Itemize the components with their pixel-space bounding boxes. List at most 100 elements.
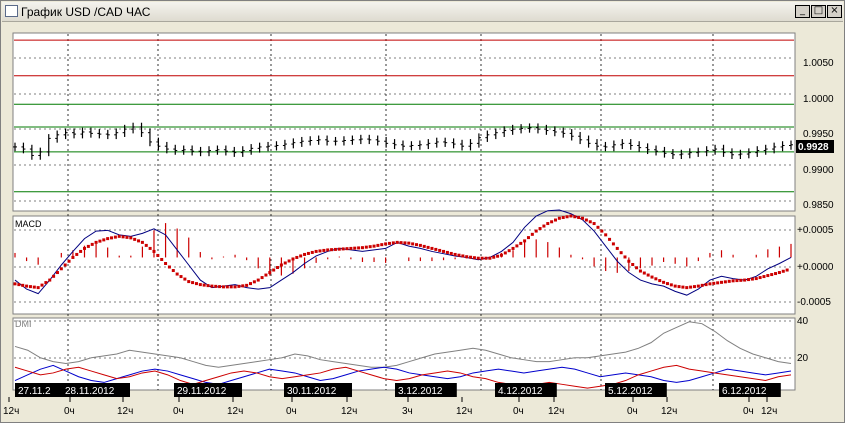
macd-signal-point	[499, 253, 503, 257]
macd-signal-point	[276, 266, 280, 270]
macd-signal-point	[229, 285, 233, 289]
macd-signal-point	[492, 255, 496, 259]
macd-signal-point	[264, 273, 268, 277]
macd-signal-point	[758, 276, 762, 280]
macd-signal-point	[113, 235, 117, 239]
macd-panel[interactable]	[12, 215, 796, 315]
macd-signal-point	[79, 249, 83, 253]
close-button[interactable]: ×	[827, 5, 842, 18]
macd-signal-point	[90, 242, 94, 246]
macd-signal-point	[569, 214, 573, 218]
macd-signal-point	[191, 281, 195, 285]
macd-signal-point	[596, 225, 600, 229]
macd-signal-point	[557, 216, 561, 220]
minimize-button[interactable]: _	[795, 5, 810, 18]
macd-signal-point	[584, 218, 588, 222]
macd-signal-point	[588, 220, 592, 224]
macd-signal-point	[646, 273, 650, 277]
macd-signal-point	[187, 280, 191, 284]
macd-signal-point	[573, 215, 577, 219]
macd-signal-point	[372, 244, 376, 248]
macd-signal-point	[669, 283, 673, 287]
macd-signal-point	[206, 284, 210, 288]
macd-signal-point	[530, 232, 534, 236]
macd-signal-point	[295, 255, 299, 259]
macd-signal-point	[692, 285, 696, 289]
macd-signal-point	[766, 274, 770, 278]
title-bar[interactable]: График USD /CAD ЧАС _ □ ×	[2, 2, 843, 22]
window-title: График USD /CAD ЧАС	[21, 5, 151, 19]
price-panel[interactable]	[12, 32, 796, 212]
macd-signal-point	[198, 283, 202, 287]
macd-signal-point	[465, 255, 469, 259]
macd-signal-point	[387, 241, 391, 245]
macd-signal-point	[318, 249, 322, 253]
dmi-axis-label: 20	[797, 353, 809, 364]
macd-signal-point	[704, 283, 708, 287]
macd-signal-point	[708, 282, 712, 286]
hour-label: 0ч	[64, 406, 75, 417]
macd-signal-point	[430, 246, 434, 250]
macd-axis-label: +0.0005	[797, 225, 834, 236]
maximize-button[interactable]: □	[811, 5, 826, 18]
price-axis-label: 0.9900	[803, 165, 834, 176]
macd-signal-point	[152, 249, 156, 253]
hour-label: 12ч	[341, 406, 357, 417]
macd-signal-point	[380, 243, 384, 247]
hour-label: 12ч	[761, 406, 777, 417]
macd-signal-point	[469, 255, 473, 259]
macd-signal-point	[422, 244, 426, 248]
macd-signal-point	[592, 222, 596, 226]
macd-signal-point	[700, 283, 704, 287]
hour-label: 0ч	[286, 406, 297, 417]
date-axis: 27.11.2 28.11.2012 29.11.2012 30.11.2012 3.1…	[15, 383, 781, 397]
macd-signal-point	[615, 246, 619, 250]
hour-axis: 12ч 0ч 12ч 0ч 12ч 0ч 12ч 3ч 12ч 0ч 12ч 0ч 12ч 0ч 12ч	[3, 397, 777, 417]
macd-signal-point	[770, 273, 774, 277]
macd-signal-point	[689, 285, 693, 289]
hour-label: 0ч	[513, 406, 524, 417]
macd-signal-point	[40, 283, 44, 287]
macd-signal-point	[611, 242, 615, 246]
chart-window: График USD /CAD ЧАС _ □ × 1.0050 1.0000 …	[0, 0, 845, 423]
macd-signal-point	[326, 248, 330, 252]
macd-signal-point	[330, 248, 334, 252]
macd-signal-point	[399, 241, 403, 245]
macd-signal-point	[631, 262, 635, 266]
macd-signal-point	[345, 247, 349, 251]
macd-signal-point	[129, 236, 133, 240]
chart-area[interactable]: 1.0050 1.0000 0.9950 0.9900 0.9850 0.992…	[1, 21, 844, 422]
macd-signal-point	[179, 275, 183, 279]
macd-signal-point	[739, 278, 743, 282]
macd-signal-point	[303, 252, 307, 256]
date-label: 3.12.2012	[398, 386, 443, 397]
macd-signal-point	[125, 235, 129, 239]
macd-signal-point	[750, 277, 754, 281]
macd-signal-point	[449, 251, 453, 255]
macd-signal-point	[310, 250, 314, 254]
macd-signal-point	[341, 247, 345, 251]
macd-signal-point	[712, 281, 716, 285]
macd-signal-point	[418, 243, 422, 247]
macd-signal-point	[279, 263, 283, 267]
macd-signal-point	[291, 257, 295, 261]
macd-signal-point	[642, 271, 646, 275]
macd-signal-point	[604, 233, 608, 237]
hour-label: 0ч	[743, 406, 754, 417]
date-label: 4.12.2012	[498, 386, 543, 397]
macd-signal-point	[415, 243, 419, 247]
macd-signal-point	[696, 284, 700, 288]
date-label: 30.11.2012	[287, 386, 337, 397]
macd-signal-point	[86, 244, 90, 248]
macd-signal-point	[36, 286, 40, 290]
date-label: 29.11.2012	[177, 386, 227, 397]
macd-signal-point	[175, 272, 179, 276]
macd-signal-point	[156, 253, 160, 257]
chart-app-icon	[5, 5, 18, 17]
macd-signal-point	[82, 246, 86, 250]
macd-signal-point	[747, 278, 751, 282]
macd-signal-point	[546, 222, 550, 226]
macd-signal-point	[442, 249, 446, 253]
hour-label: 0ч	[173, 406, 184, 417]
macd-signal-point	[167, 265, 171, 269]
